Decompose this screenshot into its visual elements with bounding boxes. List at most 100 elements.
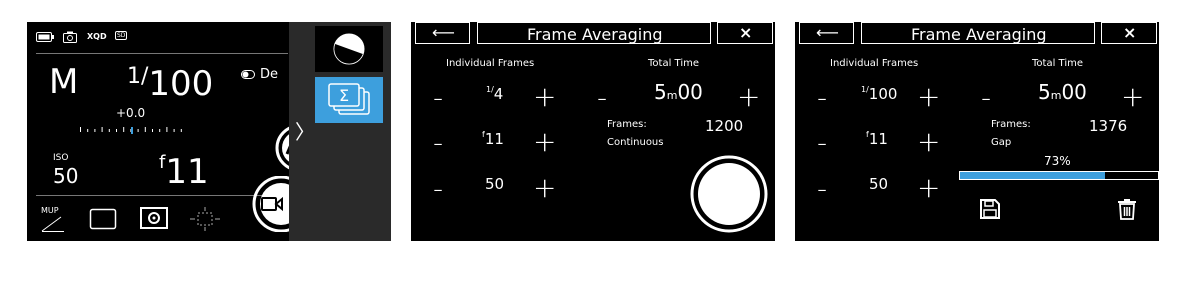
exposure-scale-tick	[87, 129, 89, 132]
toggle-label: De	[260, 67, 279, 82]
iso-value: 50	[869, 175, 889, 193]
time-plus-button[interactable]: +	[737, 83, 760, 111]
exposure-scale-tick	[123, 127, 125, 132]
exposure-scale	[80, 127, 182, 134]
shutter-number: 4	[493, 85, 504, 103]
time-seconds: 00	[1061, 80, 1087, 104]
time-minus-button[interactable]: -	[981, 84, 991, 112]
mirror-up-icon[interactable]	[41, 216, 65, 232]
shutter-value: 100	[148, 64, 214, 104]
close-icon: ×	[739, 23, 753, 42]
toggle-icon	[241, 70, 255, 79]
back-button[interactable]: ⟵	[415, 22, 470, 44]
iso-plus-button[interactable]: +	[917, 174, 940, 202]
back-arrow-icon: ⟵	[432, 23, 455, 42]
shutter-plus-button[interactable]: +	[533, 83, 556, 111]
page-title: Frame Averaging	[527, 25, 663, 44]
title-bar: Frame Averaging	[477, 22, 711, 44]
iso-minus-button[interactable]: -	[817, 175, 827, 203]
frame-averaging-tile[interactable]: Σ	[315, 77, 383, 123]
shutter-minus-button[interactable]: -	[433, 84, 443, 112]
iso-value: 50	[485, 175, 505, 193]
drive-mode-icon[interactable]	[89, 208, 117, 230]
progress-bar	[959, 171, 1159, 180]
time-seconds: 00	[677, 80, 703, 104]
time-unit: m	[666, 89, 678, 102]
progress-percent: 73%	[1044, 154, 1071, 168]
delete-icon[interactable]	[1117, 198, 1137, 220]
iso-label: ISO	[53, 153, 69, 163]
aperture-number: 11	[484, 130, 504, 148]
time-unit: m	[1050, 89, 1062, 102]
aperture-value: f11	[866, 130, 888, 148]
save-icon[interactable]	[979, 198, 1001, 220]
metering-icon[interactable]	[140, 207, 168, 229]
shutter-plus-button[interactable]: +	[917, 83, 940, 111]
title-bar: Frame Averaging	[861, 22, 1095, 44]
iso-plus-button[interactable]: +	[533, 174, 556, 202]
capture-mode-label[interactable]: Gap	[991, 137, 1011, 148]
total-time-value: 5m00	[654, 80, 703, 104]
iso-value[interactable]: 50	[53, 164, 78, 188]
close-icon: ×	[1123, 23, 1137, 42]
exposure-scale-tick	[94, 129, 96, 132]
exposure-scale-tick	[80, 127, 81, 132]
shutter-prefix: 1/	[861, 85, 869, 94]
exposure-scale-tick	[173, 129, 175, 132]
frames-value: 1200	[705, 117, 744, 135]
frames-label: Frames:	[607, 119, 647, 130]
iso-minus-button[interactable]: -	[433, 175, 443, 203]
battery-icon	[36, 32, 54, 42]
shutter-speed[interactable]: 1/100	[127, 64, 213, 104]
individual-frames-label: Individual Frames	[830, 58, 919, 69]
half-circle-icon	[333, 33, 365, 65]
back-button[interactable]: ⟵	[799, 22, 854, 44]
shutter-fraction: 1/	[127, 64, 149, 89]
aperture-minus-button[interactable]: -	[817, 129, 827, 157]
total-time-label: Total Time	[1032, 58, 1084, 69]
shutter-minus-button[interactable]: -	[817, 84, 827, 112]
aperture-minus-button[interactable]: -	[433, 129, 443, 157]
camera-main-screen: XQD SD M 1/100 De +0.0 ISO 50 f11 MUP 〉 …	[27, 22, 391, 241]
divider	[36, 53, 288, 54]
back-arrow-icon: ⟵	[816, 23, 839, 42]
page-title: Frame Averaging	[911, 25, 1047, 44]
aperture-plus-button[interactable]: +	[917, 128, 940, 156]
focus-point-icon[interactable]	[190, 207, 220, 231]
total-time-value: 5m00	[1038, 80, 1087, 104]
time-minutes: 5	[654, 80, 667, 104]
shutter-number: 100	[868, 85, 898, 103]
close-button[interactable]: ×	[717, 22, 773, 44]
video-button[interactable]	[243, 176, 293, 232]
exposure-mode-tile[interactable]	[315, 26, 383, 72]
individual-frames-label: Individual Frames	[446, 58, 535, 69]
aperture-plus-button[interactable]: +	[533, 128, 556, 156]
side-menu-chevron[interactable]: 〉	[295, 116, 315, 145]
close-button[interactable]: ×	[1101, 22, 1157, 44]
xqd-card-icon: XQD	[87, 32, 107, 41]
exposure-scale-tick	[152, 129, 153, 132]
frame-averaging-screen: ⟵ Frame Averaging × Individual Frames To…	[411, 22, 775, 241]
camera-icon	[63, 31, 77, 43]
exposure-mode[interactable]: M	[49, 62, 78, 102]
progress-bar-fill	[960, 172, 1105, 179]
frames-label: Frames:	[991, 119, 1031, 130]
aperture-number: 11	[868, 130, 888, 148]
frames-value: 1376	[1089, 117, 1128, 135]
aperture-value: 11	[165, 152, 209, 192]
side-menu: 〉 Σ	[289, 22, 391, 241]
exposure-scale-tick	[101, 127, 103, 132]
shutter-value: 1/100	[861, 85, 897, 103]
shutter-release-button[interactable]	[689, 154, 769, 234]
mup-label: MUP	[41, 206, 59, 215]
exposure-scale-tick	[116, 129, 117, 132]
time-minus-button[interactable]: -	[597, 84, 607, 112]
exposure-scale-tick	[166, 127, 168, 132]
sd-card-icon: SD	[115, 31, 128, 40]
time-plus-button[interactable]: +	[1121, 83, 1144, 111]
toggle[interactable]: De	[241, 67, 278, 82]
exposure-scale-tick	[159, 129, 161, 132]
capture-mode-label[interactable]: Continuous	[607, 137, 663, 148]
exposure-compensation: +0.0	[116, 106, 146, 120]
aperture[interactable]: f11	[159, 152, 209, 192]
